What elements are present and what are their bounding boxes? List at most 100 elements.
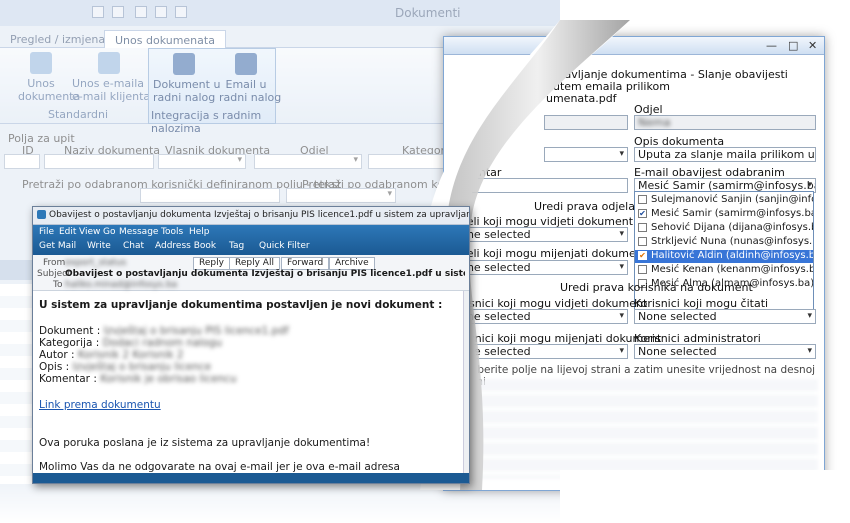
write-button[interactable]: Write xyxy=(87,241,111,251)
opis-value: Izvještaj o brisanju licence xyxy=(72,361,212,373)
unos-dokumenta-button[interactable]: Unos dokumenta xyxy=(18,52,80,103)
opis-field[interactable]: Uputa za slanje maila prilikom unosa dok… xyxy=(634,147,816,162)
odjeli-vidjeti-select[interactable]: None selected ▾ xyxy=(448,227,628,242)
right-bottom-fade xyxy=(560,470,850,523)
address-book-button[interactable]: Address Book xyxy=(155,241,216,251)
user-label: Mesić Kenan (kenanm@infosys.ba) xyxy=(651,264,813,275)
korisnici-admin-select[interactable]: None selected ▾ xyxy=(634,344,816,359)
vlasnik-select[interactable] xyxy=(158,154,246,169)
form-title-bar: 1 — □ ✕ xyxy=(444,37,824,55)
dokument-u-radni-nalog-button[interactable]: Dokument u radni nalog xyxy=(153,53,220,104)
komentar-line: Komentar : Korisnik je obrisao licencu xyxy=(39,373,457,385)
user-label: Mesić Samir (samirm@infosys.ba) xyxy=(651,208,813,219)
menu-file[interactable]: File xyxy=(39,227,54,237)
form-heading-line2: umenata.pdf xyxy=(546,92,617,105)
menu-edit[interactable]: Edit xyxy=(59,227,76,237)
id-input[interactable] xyxy=(4,154,40,169)
get-mail-button[interactable]: Get Mail xyxy=(39,241,76,251)
list-item[interactable]: ✔ Halitović Aldin (aldinh@infosys.ba) xyxy=(635,250,813,263)
unos-emaila-label: Unos e-maila iz e-mail klijenta xyxy=(72,77,156,103)
list-item[interactable]: Sulejmanović Sanjin (sanjin@infosys.ba) xyxy=(635,194,813,207)
email-scrollbar[interactable] xyxy=(463,291,469,473)
menu-tools[interactable]: Tools xyxy=(161,227,183,237)
korisnici-mijenjati-select[interactable]: None selected ▾ xyxy=(448,344,628,359)
email-u-radni-nalog-button[interactable]: Email u radni nalog xyxy=(219,53,281,104)
korisnici-vidjeti-select[interactable]: None selected ▾ xyxy=(448,309,628,324)
form-heading: upravljanje dokumentima - Slanje obavije… xyxy=(546,68,824,105)
menu-help[interactable]: Help xyxy=(189,227,210,237)
autor-value: Korisnik 2 Korisnik 2 xyxy=(77,349,184,361)
unos-emaila-button[interactable]: Unos e-maila iz e-mail klijenta xyxy=(72,52,156,103)
korisnici-citati-select[interactable]: None selected ▾ xyxy=(634,309,816,324)
list-item[interactable]: ✔ Mesić Samir (samirm@infosys.ba) xyxy=(635,208,813,221)
naziv-input[interactable] xyxy=(44,154,154,169)
email-window: Obavijest o postavljanju dokumenta Izvje… xyxy=(32,206,470,484)
opis-line: Opis : Izvještaj o brisanju licence xyxy=(39,361,457,373)
opis-label: Opis : xyxy=(39,361,70,373)
bookmark-icon[interactable] xyxy=(155,6,167,18)
email-body: U sistem za upravljanje dokumentima post… xyxy=(33,291,463,483)
subject-value: Obavijest o postavljanju dokumenta Izvje… xyxy=(65,269,465,279)
to-label: To xyxy=(53,280,63,290)
odjel-select[interactable] xyxy=(254,154,362,169)
email-title: Obavijest o postavljanju dokumenta Izvje… xyxy=(49,210,469,220)
user-label: Halitović Aldin (aldinh@infosys.ba) xyxy=(651,250,813,261)
uredi-prava-korisnika-heading: Uredi prava korisnika na dokument xyxy=(560,281,753,294)
user-label: Šehović Dijana (dijana@infosys.ba) xyxy=(651,222,813,233)
form-heading-line1: upravljanje dokumentima - Slanje obavije… xyxy=(546,68,788,93)
upload-icon xyxy=(30,52,52,74)
dokument-label: Dokument : xyxy=(39,325,101,337)
form-title: 1 xyxy=(560,39,567,52)
menu-go[interactable]: Go xyxy=(103,227,115,237)
tab-pregled[interactable]: Pregled / izmjena xyxy=(0,30,115,48)
komentar-field[interactable] xyxy=(448,178,628,193)
unos-dokumenta-label: Unos dokumenta xyxy=(18,77,81,103)
user-label: Sulejmanović Sanjin (sanjin@infosys.ba) xyxy=(651,194,813,205)
field-left-2[interactable]: ▾ xyxy=(544,147,628,162)
auto-note: Ova poruka poslana je iz sistema za upra… xyxy=(39,437,371,449)
list-item[interactable]: Šehović Dijana (dijana@infosys.ba) xyxy=(635,222,813,235)
checkbox-icon[interactable] xyxy=(638,265,647,274)
korisnici-citati-value: None selected xyxy=(638,310,717,323)
close-icon[interactable]: ✕ xyxy=(808,39,817,52)
checkbox-icon[interactable] xyxy=(638,195,647,204)
autor-line: Autor : Korisnik 2 Korisnik 2 xyxy=(39,349,457,361)
tag-button[interactable]: Tag xyxy=(229,241,244,251)
maximize-icon[interactable]: □ xyxy=(788,39,798,52)
quick-access-icon[interactable] xyxy=(112,6,124,18)
quick-filter-button[interactable]: Quick Filter xyxy=(259,241,310,251)
search-udf-select[interactable] xyxy=(286,188,396,203)
odjeli-mijenjati-select[interactable]: None selected ▾ xyxy=(448,260,628,275)
field-left-1[interactable] xyxy=(544,115,628,130)
komentar-value: Korisnik je obrisao licencu xyxy=(100,373,237,385)
checkbox-checked-icon[interactable]: ✔ xyxy=(638,251,647,260)
document-form-window: 1 — □ ✕ upravljanje dokumentima - Slanje… xyxy=(443,36,825,491)
checkbox-icon[interactable] xyxy=(638,223,647,232)
refresh-icon[interactable] xyxy=(175,6,187,18)
menu-message[interactable]: Message xyxy=(119,227,158,237)
tab-unos-dokumenata[interactable]: Unos dokumenata xyxy=(104,30,226,48)
menu-view[interactable]: View xyxy=(79,227,100,237)
minimize-icon[interactable]: — xyxy=(766,39,777,52)
dokument-line: Dokument : Izvještaj o brisanju PIS lice… xyxy=(39,325,457,337)
email-header: From export_status Reply Reply All Forwa… xyxy=(33,255,469,291)
korisnici-admin-value: None selected xyxy=(638,345,717,358)
odjel-field[interactable]: Nema xyxy=(634,115,816,130)
checkbox-checked-icon[interactable]: ✔ xyxy=(638,209,647,218)
user-label: Štrkljević Nuna (nunas@infosys.ba) xyxy=(651,236,813,247)
list-item[interactable]: Štrkljević Nuna (nunas@infosys.ba) xyxy=(635,236,813,249)
bookmark-icon[interactable] xyxy=(135,6,147,18)
quick-access-icon[interactable] xyxy=(92,6,104,18)
document-icon xyxy=(173,53,195,75)
email-u-radni-nalog-label: Email u radni nalog xyxy=(219,78,282,104)
odjeli-mijenjati-label: Odjeli koji mogu mijenjati dokument xyxy=(448,247,647,260)
list-item[interactable]: Mesić Kenan (kenanm@infosys.ba) xyxy=(635,264,813,277)
document-link[interactable]: Link prema dokumentu xyxy=(39,399,457,411)
from-value: export_status xyxy=(65,258,127,268)
body-heading: U sistem za upravljanje dokumentima post… xyxy=(39,299,443,311)
checkbox-icon[interactable] xyxy=(638,237,647,246)
search-udf-text-input[interactable] xyxy=(140,188,280,203)
autor-label: Autor : xyxy=(39,349,75,361)
chat-button[interactable]: Chat xyxy=(123,241,144,251)
email-title-bar: Obavijest o postavljanju dokumenta Izvje… xyxy=(33,207,469,225)
